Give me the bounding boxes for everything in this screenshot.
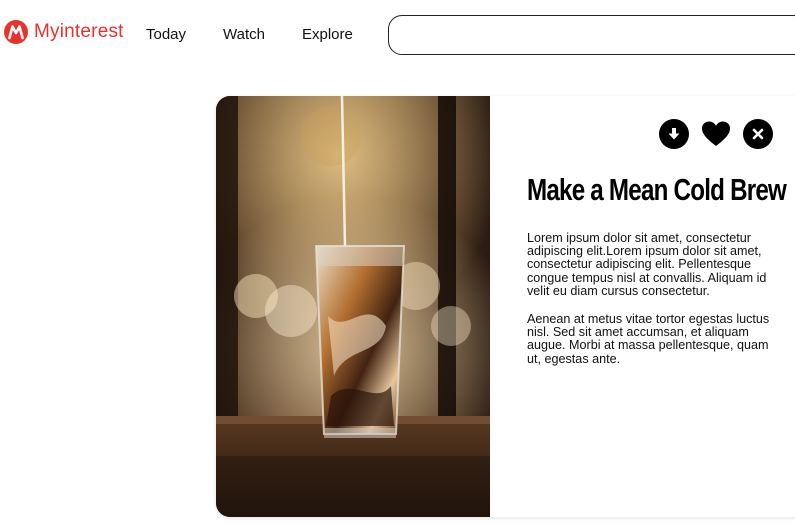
- search-input[interactable]: [388, 15, 795, 55]
- pin-title: Make a Mean Cold Brew: [527, 172, 787, 207]
- pin-actions: [659, 119, 773, 149]
- close-icon: [752, 128, 764, 140]
- pin-description-2: Aenean at metus vitae tortor egestas luc…: [527, 312, 770, 366]
- download-button[interactable]: [659, 119, 689, 149]
- like-button[interactable]: [701, 119, 731, 149]
- nav-today[interactable]: Today: [146, 26, 186, 43]
- pin-card: Make a Mean Cold Brew Lorem ipsum dolor …: [216, 96, 795, 517]
- iced-cold-brew-coffee-photo: [216, 96, 490, 517]
- nav-watch[interactable]: Watch: [223, 26, 265, 43]
- brand-name: Myinterest: [34, 21, 124, 42]
- pin-description-1: Lorem ipsum dolor sit amet, consectetur …: [527, 231, 767, 298]
- heart-icon: [702, 121, 730, 146]
- pin-details: Make a Mean Cold Brew Lorem ipsum dolor …: [490, 96, 795, 517]
- close-button[interactable]: [743, 119, 773, 149]
- download-icon: [668, 128, 680, 140]
- brand-logo[interactable]: Myinterest: [4, 20, 124, 44]
- top-header: Myinterest Today Watch Explore: [0, 0, 795, 70]
- nav-explore[interactable]: Explore: [302, 26, 353, 43]
- m-logo-icon: [4, 20, 28, 44]
